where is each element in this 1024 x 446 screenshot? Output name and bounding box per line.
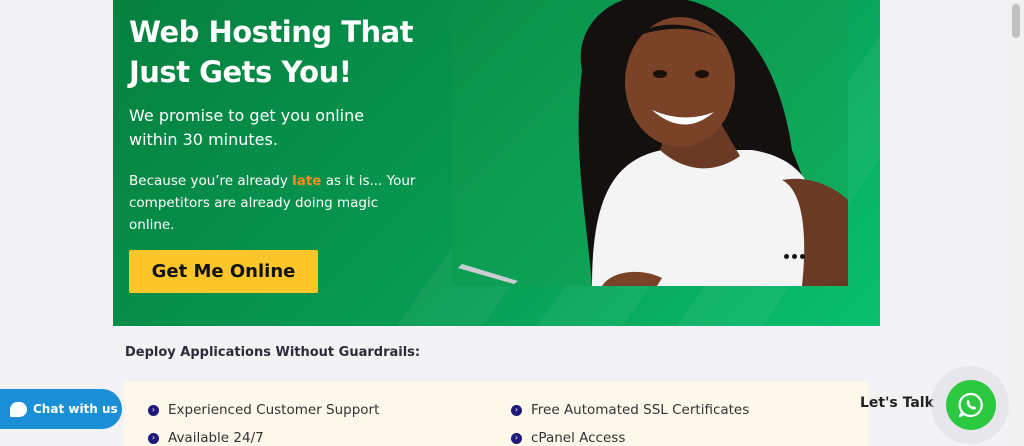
hero-promise: We promise to get you online within 30 m… <box>129 106 365 149</box>
feature-item: › Experienced Customer Support <box>148 402 379 418</box>
deploy-section-title: Deploy Applications Without Guardrails: <box>125 345 421 360</box>
chat-bubble-icon <box>10 401 27 417</box>
chevron-right-icon: › <box>148 432 159 444</box>
feature-item: › Available 24/7 <box>148 430 264 446</box>
feature-item: › Free Automated SSL Certificates <box>511 402 749 418</box>
get-me-online-button[interactable]: Get Me Online <box>129 250 318 293</box>
whatsapp-icon <box>958 392 983 418</box>
lets-talk-label: Let's Talk <box>860 395 934 411</box>
chevron-right-icon: › <box>148 404 159 416</box>
features-list: › Experienced Customer Support › Free Au… <box>124 381 868 446</box>
feature-label: Experienced Customer Support <box>168 402 380 418</box>
feature-label: cPanel Access <box>531 430 626 446</box>
chevron-right-icon: › <box>511 404 522 416</box>
hero-headline: Web Hosting That Just Gets You! <box>129 15 414 89</box>
because-prefix: Because you’re already <box>129 173 293 189</box>
feature-item: › cPanel Access <box>511 430 625 446</box>
scrollbar-thumb[interactable] <box>1012 4 1020 38</box>
hero-banner: Web Hosting That Just Gets You! We promi… <box>113 0 880 326</box>
chat-with-us-button[interactable]: Chat with us <box>0 389 122 429</box>
woman-with-tablet-illustration <box>458 0 848 286</box>
whatsapp-button[interactable] <box>946 380 996 430</box>
hero-photo <box>452 0 848 286</box>
feature-label: Free Automated SSL Certificates <box>531 402 750 418</box>
slider-dots-indicator[interactable] <box>784 254 805 259</box>
chevron-right-icon: › <box>511 432 522 444</box>
hero-because-text: Because you’re already late as it is... … <box>129 170 419 236</box>
feature-label: Available 24/7 <box>168 430 264 446</box>
because-highlight: late <box>292 173 322 189</box>
chat-label: Chat with us <box>33 402 118 416</box>
page-scrollbar[interactable] <box>1008 0 1024 446</box>
